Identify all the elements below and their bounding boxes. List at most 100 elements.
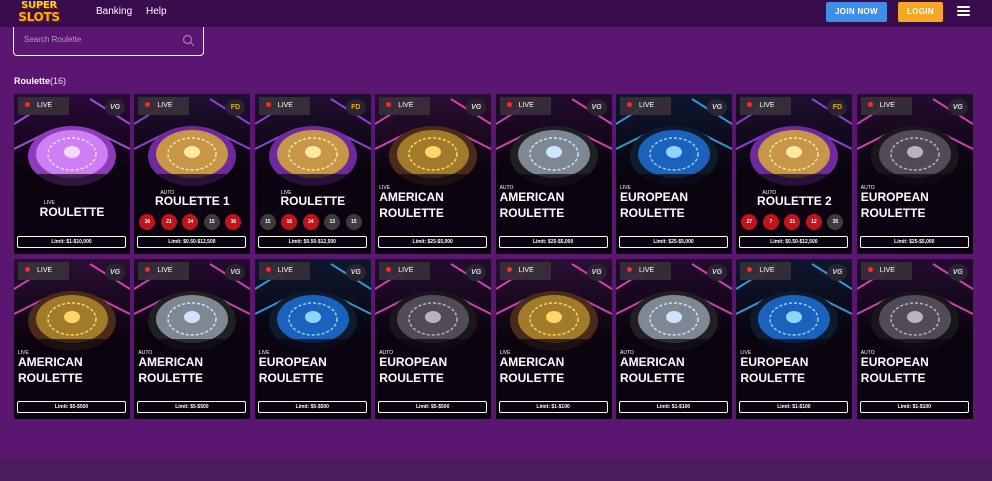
- live-dot-icon: [506, 267, 512, 272]
- live-badge: LIVE: [138, 262, 190, 280]
- superslots-logo[interactable]: SUPER SLOTS: [14, 1, 64, 26]
- result-number: 12: [805, 214, 822, 230]
- bet-limit-label: Limit: $25-$5,000: [859, 236, 969, 248]
- provider-logo-icon: VG: [345, 264, 366, 281]
- live-badge: LIVE: [499, 262, 551, 280]
- section-title: Roulette: [14, 76, 50, 86]
- recent-results: 27 7 21 12 35: [741, 214, 847, 230]
- bet-limit-label: Limit: $1-$100: [498, 401, 608, 413]
- game-card[interactable]: LIVE FD Live ROULETTE 15 16 34 13 15 Limit: $0.50…: [254, 94, 371, 254]
- search-box[interactable]: Search Roulette: [13, 27, 204, 56]
- join-now-button[interactable]: JOIN NOW: [826, 2, 887, 22]
- section-heading: Roulette(16): [14, 76, 66, 86]
- bet-limit-label: Limit: $0.50-$12,500: [137, 236, 247, 248]
- game-title: ROULETTE 2: [757, 194, 832, 208]
- game-card[interactable]: LIVE VG Auto AMERICAN ROULETTE Limit: $25-$5…: [495, 94, 612, 254]
- search-input[interactable]: Search Roulette: [24, 35, 174, 44]
- live-badge: LIVE: [258, 97, 310, 115]
- bet-limit-label: Limit: $25-$5,000: [619, 236, 728, 248]
- live-dot-icon: [867, 102, 873, 107]
- game-title: AMERICAN ROULETTE: [379, 190, 444, 220]
- recent-results: 36 21 34 15 36: [139, 214, 245, 230]
- bet-limit-label: Limit: $1-$100: [739, 401, 849, 413]
- game-title: EUROPEAN ROULETTE: [258, 355, 327, 385]
- game-title: ROULETTE: [280, 194, 346, 208]
- nav-banking-link[interactable]: Banking: [96, 6, 132, 17]
- provider-logo-icon: VG: [105, 99, 125, 116]
- bet-limit-label: Limit: $1-$100: [619, 401, 728, 413]
- game-card[interactable]: LIVE VG Auto EUROPEAN ROULETTE Limit: $5-$50…: [375, 259, 492, 419]
- result-number: 36: [139, 214, 156, 230]
- nav-help-link[interactable]: Help: [146, 6, 167, 17]
- game-title: AMERICAN ROULETTE: [138, 355, 204, 385]
- live-dot-icon: [25, 102, 30, 107]
- game-card[interactable]: LIVE VG Live AMERICAN ROULETTE Limit: $5-$50…: [14, 259, 130, 419]
- live-dot-icon: [627, 267, 632, 272]
- provider-logo-icon: VG: [947, 264, 968, 281]
- bet-limit-label: Limit: $0.50-$12,500: [257, 236, 367, 248]
- provider-logo-icon: VG: [586, 99, 607, 116]
- game-card[interactable]: LIVE FD Auto ROULETTE 2 27 7 21 12 35 Limit: $0.5…: [736, 94, 853, 254]
- hamburger-menu-icon[interactable]: [957, 6, 970, 17]
- live-dot-icon: [145, 267, 151, 272]
- logo-text-bottom: SLOTS: [18, 10, 60, 24]
- live-dot-icon: [506, 102, 512, 107]
- result-number: 34: [182, 214, 199, 230]
- provider-logo-icon: VG: [707, 264, 727, 281]
- live-badge: LIVE: [740, 97, 792, 115]
- result-number: 27: [741, 214, 758, 230]
- game-card[interactable]: LIVE VG Live EUROPEAN ROULETTE Limit: $5-$50…: [254, 259, 371, 419]
- top-navigation-bar: SUPER SLOTS Banking Help JOIN NOW LOGIN: [0, 0, 992, 27]
- result-number: 16: [281, 214, 298, 230]
- game-card[interactable]: LIVE VG Auto AMERICAN ROULETTE Limit: $1-$10…: [616, 259, 732, 419]
- search-icon[interactable]: [182, 34, 195, 47]
- section-count: (16): [50, 76, 67, 86]
- live-badge: LIVE: [138, 97, 190, 115]
- recent-results: 15 16 34 13 15: [259, 214, 366, 230]
- game-title: EUROPEAN ROULETTE: [620, 190, 689, 220]
- game-card[interactable]: LIVE VG Live ROULETTE Limit: $1-$10,000: [14, 94, 130, 254]
- result-number: 21: [784, 214, 801, 230]
- bet-limit-label: Limit: $0.50-$12,500: [739, 236, 849, 248]
- result-number: 34: [302, 214, 319, 230]
- live-badge: LIVE: [860, 97, 912, 115]
- live-dot-icon: [627, 102, 632, 107]
- live-dot-icon: [747, 102, 753, 107]
- game-title: AMERICAN ROULETTE: [620, 355, 685, 385]
- game-card[interactable]: LIVE VG Live AMERICAN ROULETTE Limit: $25-$5…: [375, 94, 492, 254]
- bet-limit-label: Limit: $5-$500: [17, 401, 126, 413]
- live-badge: LIVE: [258, 262, 310, 280]
- footer-band: [0, 458, 992, 481]
- provider-logo-icon: VG: [586, 264, 607, 281]
- game-card[interactable]: LIVE VG Live EUROPEAN ROULETTE Limit: $1-$10…: [736, 259, 853, 419]
- result-number: 36: [225, 214, 242, 230]
- game-title: AMERICAN ROULETTE: [18, 355, 83, 385]
- game-card[interactable]: LIVE VG Live EUROPEAN ROULETTE Limit: $25-$5…: [616, 94, 732, 254]
- result-number: 13: [324, 214, 341, 230]
- live-badge: LIVE: [379, 97, 431, 115]
- result-number: 35: [827, 214, 844, 230]
- live-dot-icon: [386, 267, 392, 272]
- bet-limit-label: Limit: $1-$10,000: [17, 236, 126, 248]
- game-title: EUROPEAN ROULETTE: [860, 355, 929, 385]
- game-card[interactable]: LIVE VG Live AMERICAN ROULETTE Limit: $1-$10…: [495, 259, 612, 419]
- live-dot-icon: [747, 267, 753, 272]
- provider-logo-icon: VG: [707, 99, 727, 116]
- game-title: ROULETTE: [39, 205, 105, 219]
- live-dot-icon: [265, 102, 271, 107]
- bet-limit-label: Limit: $5-$500: [378, 401, 488, 413]
- login-button[interactable]: LOGIN: [898, 2, 943, 22]
- game-card[interactable]: LIVE VG Auto EUROPEAN ROULETTE Limit: $1-$10…: [856, 259, 973, 419]
- bet-limit-label: Limit: $5-$500: [137, 401, 247, 413]
- live-badge: LIVE: [379, 262, 431, 280]
- game-card[interactable]: LIVE VG Auto AMERICAN ROULETTE Limit: $5-$50…: [134, 259, 251, 419]
- provider-logo-icon: VG: [105, 264, 125, 281]
- result-number: 15: [259, 214, 276, 230]
- game-card[interactable]: LIVE VG Auto EUROPEAN ROULETTE Limit: $25-$5…: [856, 94, 973, 254]
- live-badge: LIVE: [740, 262, 792, 280]
- bet-limit-label: Limit: $1-$100: [859, 401, 969, 413]
- live-dot-icon: [386, 102, 392, 107]
- game-card[interactable]: LIVE FD Auto ROULETTE 1 36 21 34 15 36 Limit: $0.…: [134, 94, 251, 254]
- live-dot-icon: [265, 267, 271, 272]
- live-badge: LIVE: [860, 262, 912, 280]
